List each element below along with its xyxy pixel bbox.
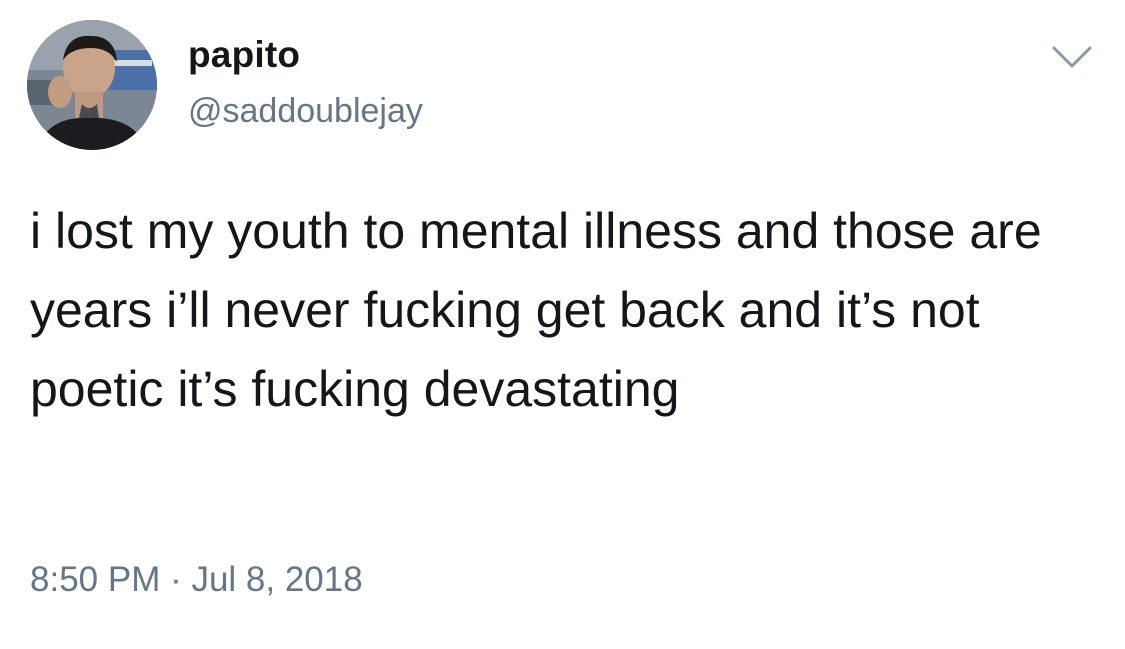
tweet-text: i lost my youth to mental illness and th… [30, 203, 1042, 417]
display-name[interactable]: papito [188, 36, 300, 73]
chevron-down-icon [1052, 46, 1092, 68]
tweet-timestamp[interactable]: 8:50 PM · Jul 8, 2018 [30, 562, 363, 597]
tweet-card: papito @saddoublejay i lost my youth to … [0, 0, 1125, 649]
profile-photo-icon [27, 20, 157, 150]
user-handle[interactable]: @saddoublejay [188, 94, 423, 128]
tweet-menu-button[interactable] [1046, 38, 1098, 74]
avatar[interactable] [27, 20, 157, 150]
